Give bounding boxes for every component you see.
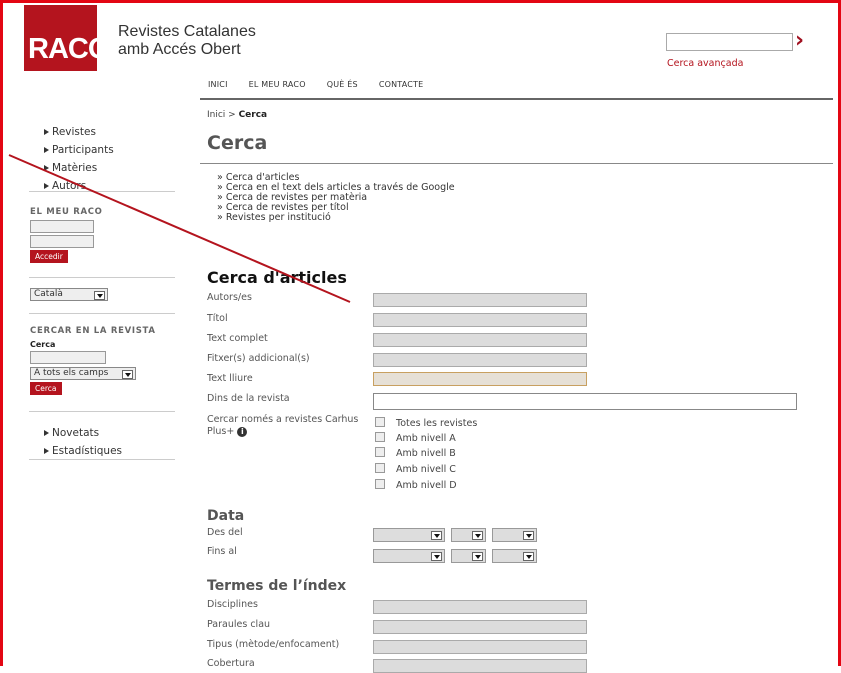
- annotation-line: [8, 154, 351, 303]
